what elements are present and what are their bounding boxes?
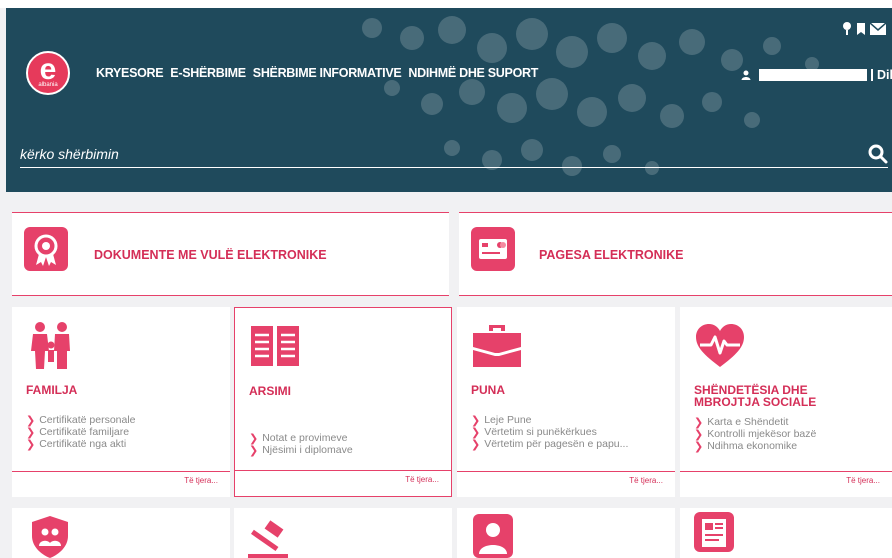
bookmark-icon[interactable] [856, 22, 866, 36]
more-link[interactable]: Të tjera... [12, 471, 230, 485]
site-header: e albania KRYESORE E-SHËRBIME SHËRBIME I… [6, 8, 892, 192]
nav-ndihme-dhe-suport[interactable]: NDIHMË DHE SUPORT [408, 66, 538, 80]
card-links: ❯ Certifikatë personale ❯ Certifikatë fami… [26, 414, 136, 451]
category-card-arsimi[interactable]: ARSIMI ❯ Notat e provimeve ❯ Njësimi i dip… [234, 307, 452, 497]
list-item[interactable]: ❯ Certifikatë familjare [26, 426, 136, 439]
card-title: PUNA [471, 383, 506, 397]
chevron-right-icon: ❯ [694, 439, 704, 453]
chevron-right-icon: ❯ [249, 443, 259, 457]
list-item[interactable]: ❯ Vërtetim për pagesën e papu... [471, 437, 628, 451]
search-input[interactable] [20, 142, 850, 166]
list-item[interactable]: ❯ Notat e provimeve [249, 432, 353, 445]
banner-label: DOKUMENTE ME VULË ELEKTRONIKE [94, 248, 327, 262]
list-item[interactable]: ❯ Certifikatë nga akti [26, 437, 136, 451]
certificate-ribbon-icon [24, 227, 68, 271]
user-icon [741, 70, 751, 80]
e-albania-logo[interactable]: e albania [26, 51, 70, 95]
nav-sherbime-informative[interactable]: SHËRBIME INFORMATIVE [253, 66, 402, 80]
briefcase-icon [473, 325, 521, 367]
category-card-bottom-2[interactable] [234, 508, 452, 558]
more-link[interactable]: Të tjera... [680, 471, 892, 485]
category-card-bottom-4[interactable] [680, 508, 892, 558]
shield-family-icon [32, 516, 68, 558]
category-card-shendetesia[interactable]: SHËNDETËSIA DHE MBROJTJA SOCIALE ❯ Karta … [680, 307, 892, 497]
redacted-username [759, 69, 869, 81]
user-name: Dil [877, 68, 892, 82]
heartbeat-icon [696, 324, 744, 367]
nav-e-sherbime[interactable]: E-SHËRBIME [170, 66, 246, 80]
card-links: ❯ Notat e provimeve ❯ Njësimi i diplomave [249, 432, 353, 457]
category-card-familja[interactable]: FAMILJA ❯ Certifikatë personale ❯ Certifik… [12, 307, 230, 497]
user-separator [871, 69, 873, 81]
banner-label: PAGESA ELEKTRONIKE [539, 248, 684, 262]
family-icon [31, 322, 70, 369]
card-links: ❯ Leje Pune ❯ Vërtetim si punëkërkues ❯ Vër… [471, 414, 628, 451]
card-links: ❯ Karta e Shëndetit ❯ Kontrolli mjekësor b… [694, 416, 816, 453]
nav-kryesore[interactable]: KRYESORE [96, 66, 164, 80]
chevron-right-icon: ❯ [26, 437, 36, 451]
top-strip [0, 0, 892, 8]
list-item[interactable]: ❯ Karta e Shëndetit [694, 416, 816, 429]
search-bar [20, 142, 888, 168]
search-icon[interactable] [868, 144, 888, 164]
list-item[interactable]: ❯ Vërtetim si punëkërkues [471, 426, 628, 439]
card-title: SHËNDETËSIA DHE MBROJTJA SOCIALE [694, 383, 817, 409]
list-item[interactable]: ❯ Ndihma ekonomike [694, 439, 816, 453]
top-utility-icons [842, 22, 886, 36]
person-badge-icon [473, 514, 513, 558]
credit-card-icon [471, 227, 515, 271]
list-item[interactable]: ❯ Certifikatë personale [26, 414, 136, 427]
banner-dokumente-vule-elektronike[interactable]: DOKUMENTE ME VULË ELEKTRONIKE [12, 212, 449, 296]
mail-icon[interactable] [870, 23, 886, 35]
logo-letter: e [39, 53, 57, 86]
main-nav: KRYESORE E-SHËRBIME SHËRBIME INFORMATIVE… [96, 66, 538, 80]
card-title: FAMILJA [26, 383, 78, 397]
category-card-puna[interactable]: PUNA ❯ Leje Pune ❯ Vërtetim si punëkërkues… [457, 307, 675, 497]
location-icon[interactable] [842, 22, 852, 36]
logo-subtitle: albania [38, 82, 58, 88]
more-link[interactable]: Të tjera... [457, 471, 675, 485]
chevron-right-icon: ❯ [471, 437, 481, 451]
list-item[interactable]: ❯ Kontrolli mjekësor bazë [694, 428, 816, 441]
more-link[interactable]: Të tjera... [235, 470, 451, 484]
card-title: ARSIMI [249, 384, 291, 398]
list-item[interactable]: ❯ Leje Pune [471, 414, 628, 427]
open-book-icon [251, 326, 299, 366]
banner-pagesa-elektronike[interactable]: PAGESA ELEKTRONIKE [459, 212, 892, 296]
document-id-icon [694, 512, 734, 552]
gavel-icon [248, 520, 288, 558]
category-card-bottom-3[interactable] [457, 508, 675, 558]
category-card-bottom-1[interactable] [12, 508, 230, 558]
list-item[interactable]: ❯ Njësimi i diplomave [249, 443, 353, 457]
user-menu[interactable]: Dil [741, 68, 892, 82]
